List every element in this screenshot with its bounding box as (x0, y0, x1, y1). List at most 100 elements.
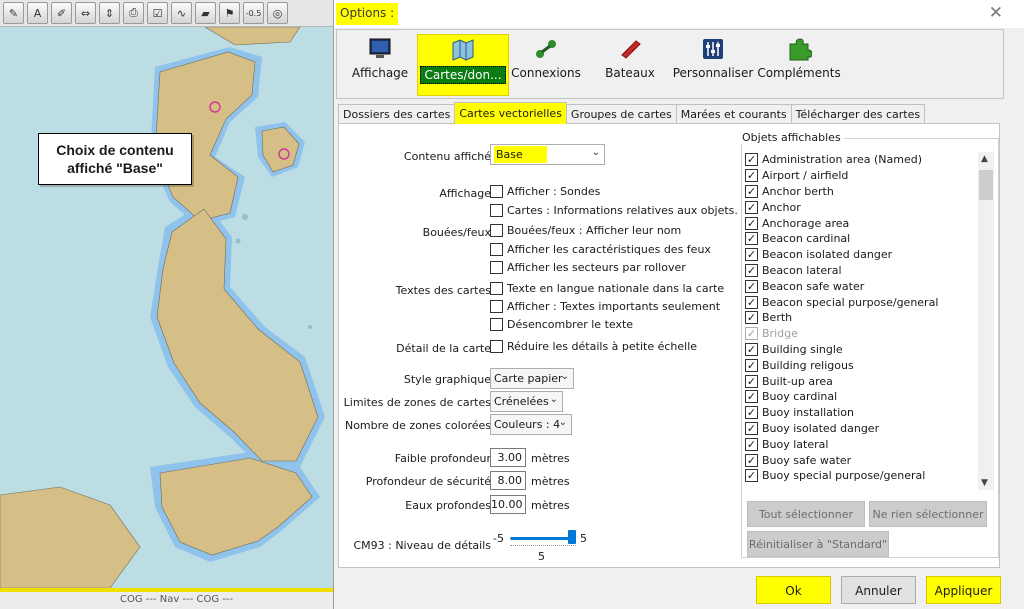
checkbox[interactable] (490, 224, 503, 237)
object-item[interactable]: ✓ Bridge (745, 326, 993, 342)
option-secteurs[interactable]: Afficher les secteurs par rollover (490, 261, 686, 274)
object-item[interactable]: ✓ Anchor berth (745, 184, 993, 200)
tab-cartes-vectorielles[interactable]: Cartes vectorielles (454, 102, 567, 124)
category-complements[interactable]: Compléments (757, 34, 841, 96)
limites-select[interactable]: Crénelées ⌄ (490, 391, 563, 412)
close-icon[interactable]: ✕ (989, 3, 1003, 23)
checkbox[interactable]: ✓ (745, 263, 758, 277)
cm93-slider-thumb[interactable] (568, 530, 576, 544)
object-item[interactable]: ✓ Beacon special purpose/general (745, 294, 993, 310)
track-icon[interactable]: ⇕ (99, 2, 120, 24)
reset-standard-button[interactable]: Réinitialiser à "Standard" (747, 531, 889, 557)
object-item[interactable]: ✓ Beacon lateral (745, 263, 993, 279)
object-item[interactable]: ✓ Building religous (745, 357, 993, 373)
option-infos-objets[interactable]: Cartes : Informations relatives aux obje… (490, 204, 738, 217)
checkbox[interactable]: ✓ (745, 406, 758, 420)
checkbox[interactable]: ✓ (745, 279, 758, 293)
current-icon[interactable]: ⚑ (219, 2, 240, 24)
option-langue-nationale[interactable]: Texte en langue nationale dans la carte (490, 282, 724, 295)
object-item[interactable]: ✓ Buoy cardinal (745, 389, 993, 405)
form-icon[interactable]: ☑ (147, 2, 168, 24)
ok-button[interactable]: Ok (756, 576, 831, 604)
option-desencombrer[interactable]: Désencombrer le texte (490, 318, 633, 331)
tab-groupes[interactable]: Groupes de cartes (565, 104, 677, 124)
option-reduire-details[interactable]: Réduire les détails à petite échelle (490, 340, 697, 353)
checkbox[interactable]: ✓ (745, 437, 758, 451)
object-item[interactable]: ✓ Buoy special purpose/general (745, 468, 993, 484)
pencil-icon[interactable]: ✎ (3, 2, 24, 24)
category-personnaliser[interactable]: Personnaliser (673, 34, 753, 96)
checkbox[interactable] (490, 300, 503, 313)
object-item[interactable]: ✓ Anchorage area (745, 215, 993, 231)
chart-canvas[interactable] (0, 27, 333, 588)
checkbox[interactable]: ✓ (745, 153, 758, 167)
select-none-button[interactable]: Ne rien sélectionner (869, 501, 987, 527)
checkbox[interactable] (490, 340, 503, 353)
scroll-thumb[interactable] (979, 170, 993, 200)
object-item[interactable]: ✓ Buoy isolated danger (745, 421, 993, 437)
tab-marees[interactable]: Marées et courants (675, 104, 792, 124)
checkbox[interactable]: ✓ (745, 200, 758, 214)
print-icon[interactable]: ⎙ (123, 2, 144, 24)
object-item[interactable]: ✓ Buoy installation (745, 405, 993, 421)
checkbox[interactable]: ✓ (745, 327, 758, 341)
checkbox[interactable]: ✓ (745, 469, 758, 483)
object-item[interactable]: ✓ Beacon safe water (745, 278, 993, 294)
zoom-icon[interactable]: -0.5 (243, 2, 264, 24)
checkbox[interactable] (490, 204, 503, 217)
option-nom-bouees[interactable]: Bouées/feux : Afficher leur nom (490, 224, 681, 237)
zones-select[interactable]: Couleurs : 4 ⌄ (490, 414, 572, 435)
tide-icon[interactable]: ∿ (171, 2, 192, 24)
apply-button[interactable]: Appliquer (926, 576, 1001, 604)
checkbox[interactable]: ✓ (745, 248, 758, 262)
objects-list[interactable]: ✓ Administration area (Named) ✓ Airport / a… (745, 152, 993, 492)
lifebuoy-icon[interactable]: ◎ (267, 2, 288, 24)
object-item[interactable]: ✓ Administration area (Named) (745, 152, 993, 168)
layer-icon[interactable]: ▰ (195, 2, 216, 24)
checkbox[interactable]: ✓ (745, 232, 758, 246)
cancel-button[interactable]: Annuler (841, 576, 916, 604)
object-item[interactable]: ✓ Beacon isolated danger (745, 247, 993, 263)
contenu-select[interactable]: Base ⌄ (490, 144, 605, 165)
option-caract-feux[interactable]: Afficher les caractéristiques des feux (490, 243, 711, 256)
eaux-input[interactable]: 10.00 (490, 495, 526, 514)
tab-telecharger[interactable]: Télécharger des cartes (790, 104, 926, 124)
object-item[interactable]: ✓ Building single (745, 342, 993, 358)
object-item[interactable]: ✓ Built-up area (745, 373, 993, 389)
checkbox[interactable] (490, 318, 503, 331)
checkbox[interactable]: ✓ (745, 358, 758, 372)
route-icon[interactable]: A (27, 2, 48, 24)
checkbox[interactable]: ✓ (745, 184, 758, 198)
object-item[interactable]: ✓ Buoy safe water (745, 452, 993, 468)
checkbox[interactable] (490, 261, 503, 274)
checkbox[interactable]: ✓ (745, 169, 758, 183)
object-item[interactable]: ✓ Airport / airfield (745, 168, 993, 184)
scroll-up-icon[interactable]: ▲ (981, 154, 988, 164)
category-connexions[interactable]: Connexions (511, 34, 581, 96)
checkbox[interactable]: ✓ (745, 453, 758, 467)
checkbox[interactable]: ✓ (745, 374, 758, 388)
category-affichage[interactable]: Affichage (351, 34, 409, 96)
style-select[interactable]: Carte papier ⌄ (490, 368, 574, 389)
objects-scrollbar[interactable]: ▲ ▼ (978, 152, 994, 490)
checkbox[interactable] (490, 185, 503, 198)
checkbox[interactable]: ✓ (745, 421, 758, 435)
scroll-down-icon[interactable]: ▼ (981, 478, 988, 488)
checkbox[interactable]: ✓ (745, 216, 758, 230)
option-textes-importants[interactable]: Afficher : Textes importants seulement (490, 300, 720, 313)
faible-input[interactable]: 3.00 (490, 448, 526, 467)
select-all-button[interactable]: Tout sélectionner (747, 501, 865, 527)
checkbox[interactable]: ✓ (745, 295, 758, 309)
category-cartes[interactable]: Cartes/don... (417, 34, 509, 96)
securite-input[interactable]: 8.00 (490, 471, 526, 490)
ruler-icon[interactable]: ⇔ (75, 2, 96, 24)
object-item[interactable]: ✓ Buoy lateral (745, 436, 993, 452)
checkbox[interactable]: ✓ (745, 390, 758, 404)
checkbox[interactable]: ✓ (745, 342, 758, 356)
chart-map[interactable]: ✎ A ✐ ⇔ ⇕ ⎙ ☑ ∿ ▰ ⚑ -0.5 ◎ Choix de cont… (0, 0, 333, 609)
tab-dossiers[interactable]: Dossiers des cartes (338, 104, 456, 124)
category-bateaux[interactable]: Bateaux (603, 34, 657, 96)
object-item[interactable]: ✓ Anchor (745, 199, 993, 215)
option-sondes[interactable]: Afficher : Sondes (490, 185, 600, 198)
cm93-slider-track[interactable] (510, 537, 576, 540)
